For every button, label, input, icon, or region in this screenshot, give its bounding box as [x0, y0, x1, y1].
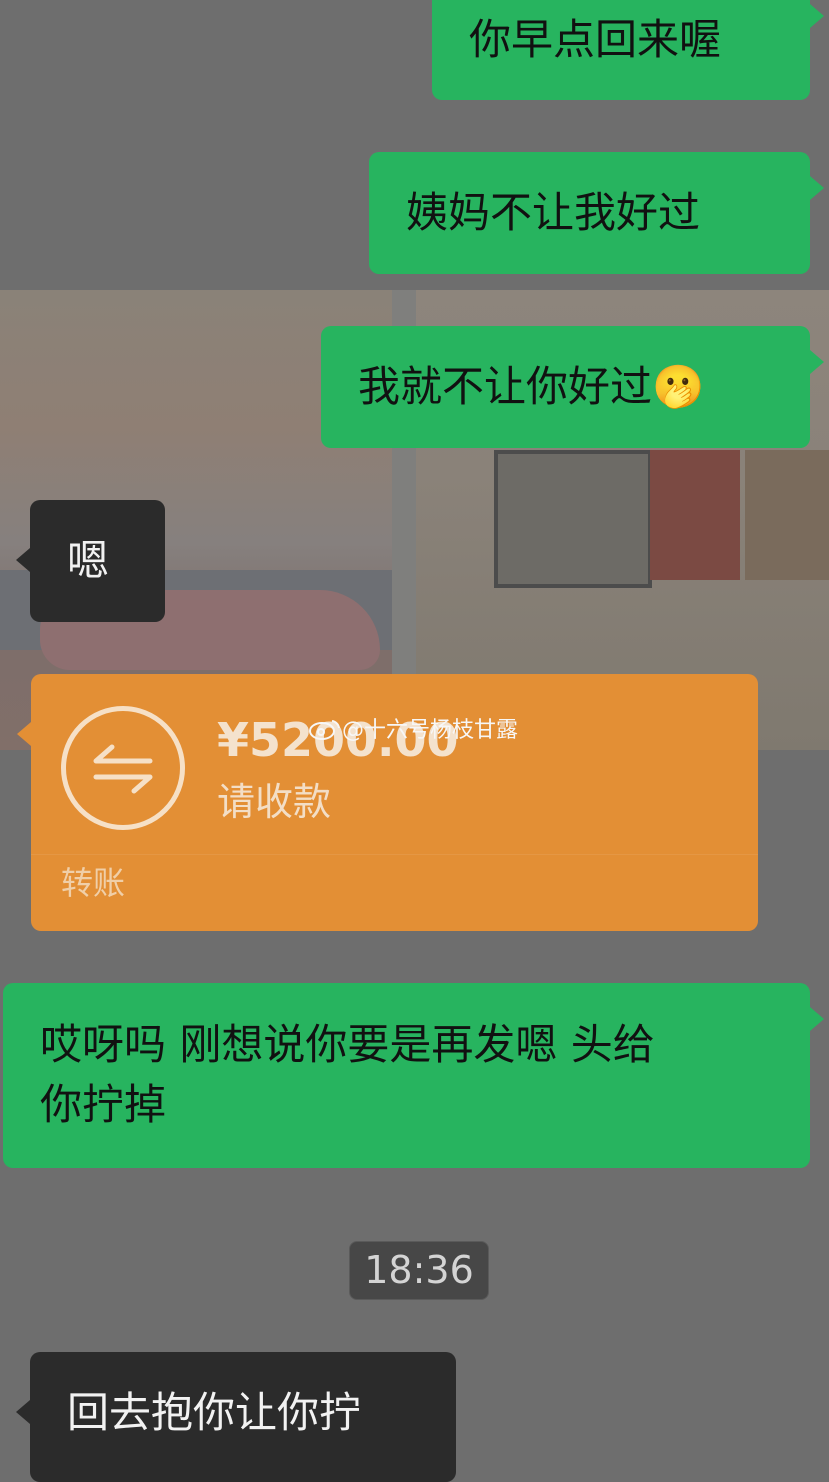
transfer-type-label: 转账 [61, 864, 126, 902]
message-text: 你早点回来喔 [469, 15, 722, 64]
message-text: 嗯 [67, 536, 110, 585]
background-building-3 [745, 450, 829, 580]
watermark-text: @十六号杨枝甘露 [342, 718, 519, 743]
message-text: 我就不让你好过 [358, 362, 653, 411]
weibo-icon [309, 720, 340, 740]
transfer-arrows-icon [61, 706, 185, 830]
message-bubble-received[interactable]: 回去抱你让你拧 [16, 1352, 456, 1482]
message-text: 姨妈不让我好过 [406, 188, 701, 237]
message-bubble-sent[interactable]: 我就不让你好过🫢 [321, 326, 824, 448]
transfer-note: 请收款 [217, 780, 332, 824]
message-text: 回去抱你让你拧 [67, 1388, 362, 1437]
message-bubble-sent[interactable]: 你早点回来喔 [432, 0, 824, 100]
message-bubble-sent[interactable]: 姨妈不让我好过 [369, 152, 824, 274]
message-bubble-sent[interactable]: 哎呀吗 刚想说你要是再发嗯 头给 你拧掉 [3, 983, 824, 1168]
weibo-watermark: @十六号杨枝甘露 [308, 716, 518, 746]
background-building-2 [650, 450, 740, 580]
background-building-1 [494, 450, 652, 588]
hand-over-mouth-emoji-icon: 🫢 [652, 362, 705, 411]
transfer-divider [31, 854, 758, 855]
transfer-card[interactable]: ¥5200.00 请收款 转账 [17, 674, 758, 931]
message-text-line: 哎呀吗 刚想说你要是再发嗯 头给 [40, 1020, 655, 1069]
message-bubble-received[interactable]: 嗯 [16, 500, 165, 622]
message-timestamp: 18:36 [349, 1241, 489, 1300]
message-text-line: 你拧掉 [40, 1080, 167, 1129]
